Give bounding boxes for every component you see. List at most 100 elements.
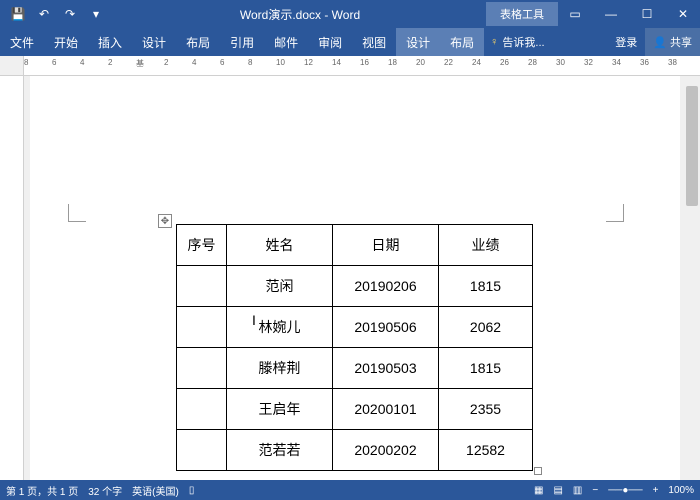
- table-cell[interactable]: 1815: [439, 266, 533, 307]
- minimize-icon[interactable]: —: [594, 0, 628, 28]
- ruler-tick: 4: [80, 58, 84, 67]
- status-page[interactable]: 第 1 页，共 1 页: [6, 483, 78, 498]
- ruler-tick: 24: [472, 58, 481, 67]
- status-wordcount[interactable]: 32 个字: [88, 483, 122, 498]
- redo-icon[interactable]: ↷: [60, 4, 80, 24]
- table-row[interactable]: 范闲 20190206 1815: [177, 266, 533, 307]
- table-cell[interactable]: 20190206: [333, 266, 439, 307]
- zoom-out-icon[interactable]: −: [592, 485, 598, 496]
- table-row[interactable]: 林婉儿 20190506 2062: [177, 307, 533, 348]
- document-area: ✥ 序号 姓名 日期 业绩 范闲 20190206 1815 林婉儿 20190…: [0, 76, 700, 480]
- bulb-icon: ♀: [490, 36, 498, 48]
- window-controls: ▭ — ☐ ✕: [558, 0, 700, 28]
- header-cell[interactable]: 业绩: [439, 225, 533, 266]
- horizontal-ruler[interactable]: 8642基2468101214161820222426283032343638: [24, 56, 700, 75]
- scrollbar-thumb[interactable]: [686, 86, 698, 206]
- title-bar: 💾 ↶ ↷ ▾ Word演示.docx - Word 表格工具 ▭ — ☐ ✕: [0, 0, 700, 28]
- margin-corner-tr: [606, 204, 624, 222]
- content-table[interactable]: 序号 姓名 日期 业绩 范闲 20190206 1815 林婉儿 2019050…: [176, 224, 533, 471]
- table-cell[interactable]: 1815: [439, 348, 533, 389]
- ruler-tick: 32: [584, 58, 593, 67]
- table-cell[interactable]: [177, 430, 227, 471]
- table-cell[interactable]: [177, 266, 227, 307]
- vertical-scrollbar[interactable]: [684, 76, 700, 480]
- table-cell[interactable]: 2355: [439, 389, 533, 430]
- view-web-icon[interactable]: ▥: [573, 485, 582, 496]
- tab-mailings[interactable]: 邮件: [264, 28, 308, 56]
- table-resize-handle[interactable]: [534, 467, 542, 475]
- zoom-in-icon[interactable]: +: [653, 485, 659, 496]
- ruler-corner: [0, 56, 24, 75]
- save-icon[interactable]: 💾: [8, 4, 28, 24]
- table-cell[interactable]: [177, 348, 227, 389]
- table-cell[interactable]: 20190503: [333, 348, 439, 389]
- table-row[interactable]: 王启年 20200101 2355: [177, 389, 533, 430]
- ruler-tick: 30: [556, 58, 565, 67]
- table-cell[interactable]: 王启年: [227, 389, 333, 430]
- maximize-icon[interactable]: ☐: [630, 0, 664, 28]
- margin-corner-tl: [68, 204, 86, 222]
- tab-references[interactable]: 引用: [220, 28, 264, 56]
- table-cell[interactable]: 12582: [439, 430, 533, 471]
- ruler-tick: 20: [416, 58, 425, 67]
- tell-me-label: 告诉我...: [502, 34, 544, 50]
- ruler-tick: 10: [276, 58, 285, 67]
- tab-insert[interactable]: 插入: [88, 28, 132, 56]
- ruler-tick: 28: [528, 58, 537, 67]
- table-cell[interactable]: 范闲: [227, 266, 333, 307]
- ruler-tick: 8: [24, 58, 28, 67]
- tab-view[interactable]: 视图: [352, 28, 396, 56]
- share-label: 共享: [670, 34, 692, 50]
- close-icon[interactable]: ✕: [666, 0, 700, 28]
- ruler-tick: 12: [304, 58, 313, 67]
- table-cell[interactable]: [177, 389, 227, 430]
- undo-icon[interactable]: ↶: [34, 4, 54, 24]
- vertical-ruler[interactable]: [0, 76, 24, 480]
- table-cell[interactable]: 20190506: [333, 307, 439, 348]
- tab-layout[interactable]: 布局: [176, 28, 220, 56]
- tell-me-search[interactable]: ♀ 告诉我...: [484, 28, 607, 56]
- tab-design[interactable]: 设计: [132, 28, 176, 56]
- login-button[interactable]: 登录: [607, 28, 645, 56]
- ruler-tick: 基: [136, 58, 144, 69]
- context-tab-label: 表格工具: [486, 2, 558, 26]
- table-row[interactable]: 滕梓荆 20190503 1815: [177, 348, 533, 389]
- table-header-row[interactable]: 序号 姓名 日期 业绩: [177, 225, 533, 266]
- table-cell[interactable]: 范若若: [227, 430, 333, 471]
- ruler-tick: 16: [360, 58, 369, 67]
- table-cell[interactable]: [177, 307, 227, 348]
- quick-access-toolbar: 💾 ↶ ↷ ▾: [0, 4, 114, 24]
- tab-home[interactable]: 开始: [44, 28, 88, 56]
- tab-table-design[interactable]: 设计: [396, 28, 440, 56]
- view-print-icon[interactable]: ▤: [553, 485, 562, 496]
- table-cell[interactable]: 滕梓荆: [227, 348, 333, 389]
- tab-table-layout[interactable]: 布局: [440, 28, 484, 56]
- document-page[interactable]: ✥ 序号 姓名 日期 业绩 范闲 20190206 1815 林婉儿 20190…: [30, 76, 680, 480]
- share-button[interactable]: 👤共享: [645, 28, 700, 56]
- table-cell[interactable]: 20200202: [333, 430, 439, 471]
- document-title: Word演示.docx - Word: [114, 6, 486, 23]
- table-cell[interactable]: 20200101: [333, 389, 439, 430]
- ruler-tick: 26: [500, 58, 509, 67]
- tab-review[interactable]: 审阅: [308, 28, 352, 56]
- ruler-tick: 2: [164, 58, 168, 67]
- table-cell[interactable]: 2062: [439, 307, 533, 348]
- view-read-icon[interactable]: ▦: [534, 485, 543, 496]
- qat-dropdown-icon[interactable]: ▾: [86, 4, 106, 24]
- header-cell[interactable]: 日期: [333, 225, 439, 266]
- zoom-slider[interactable]: ──●──: [608, 485, 642, 496]
- zoom-level[interactable]: 100%: [668, 485, 694, 496]
- ruler-tick: 18: [388, 58, 397, 67]
- ruler-tick: 4: [192, 58, 196, 67]
- header-cell[interactable]: 序号: [177, 225, 227, 266]
- table-cell[interactable]: 林婉儿: [227, 307, 333, 348]
- ribbon-options-icon[interactable]: ▭: [558, 0, 592, 28]
- table-move-handle[interactable]: ✥: [158, 214, 172, 228]
- status-language[interactable]: 英语(美国): [132, 483, 179, 498]
- horizontal-ruler-area: 8642基2468101214161820222426283032343638: [0, 56, 700, 76]
- status-insert-icon[interactable]: ▯: [189, 485, 195, 496]
- ribbon-tabs: 文件 开始 插入 设计 布局 引用 邮件 审阅 视图 设计 布局 ♀ 告诉我...…: [0, 28, 700, 56]
- header-cell[interactable]: 姓名: [227, 225, 333, 266]
- table-row[interactable]: 范若若 20200202 12582: [177, 430, 533, 471]
- tab-file[interactable]: 文件: [0, 28, 44, 56]
